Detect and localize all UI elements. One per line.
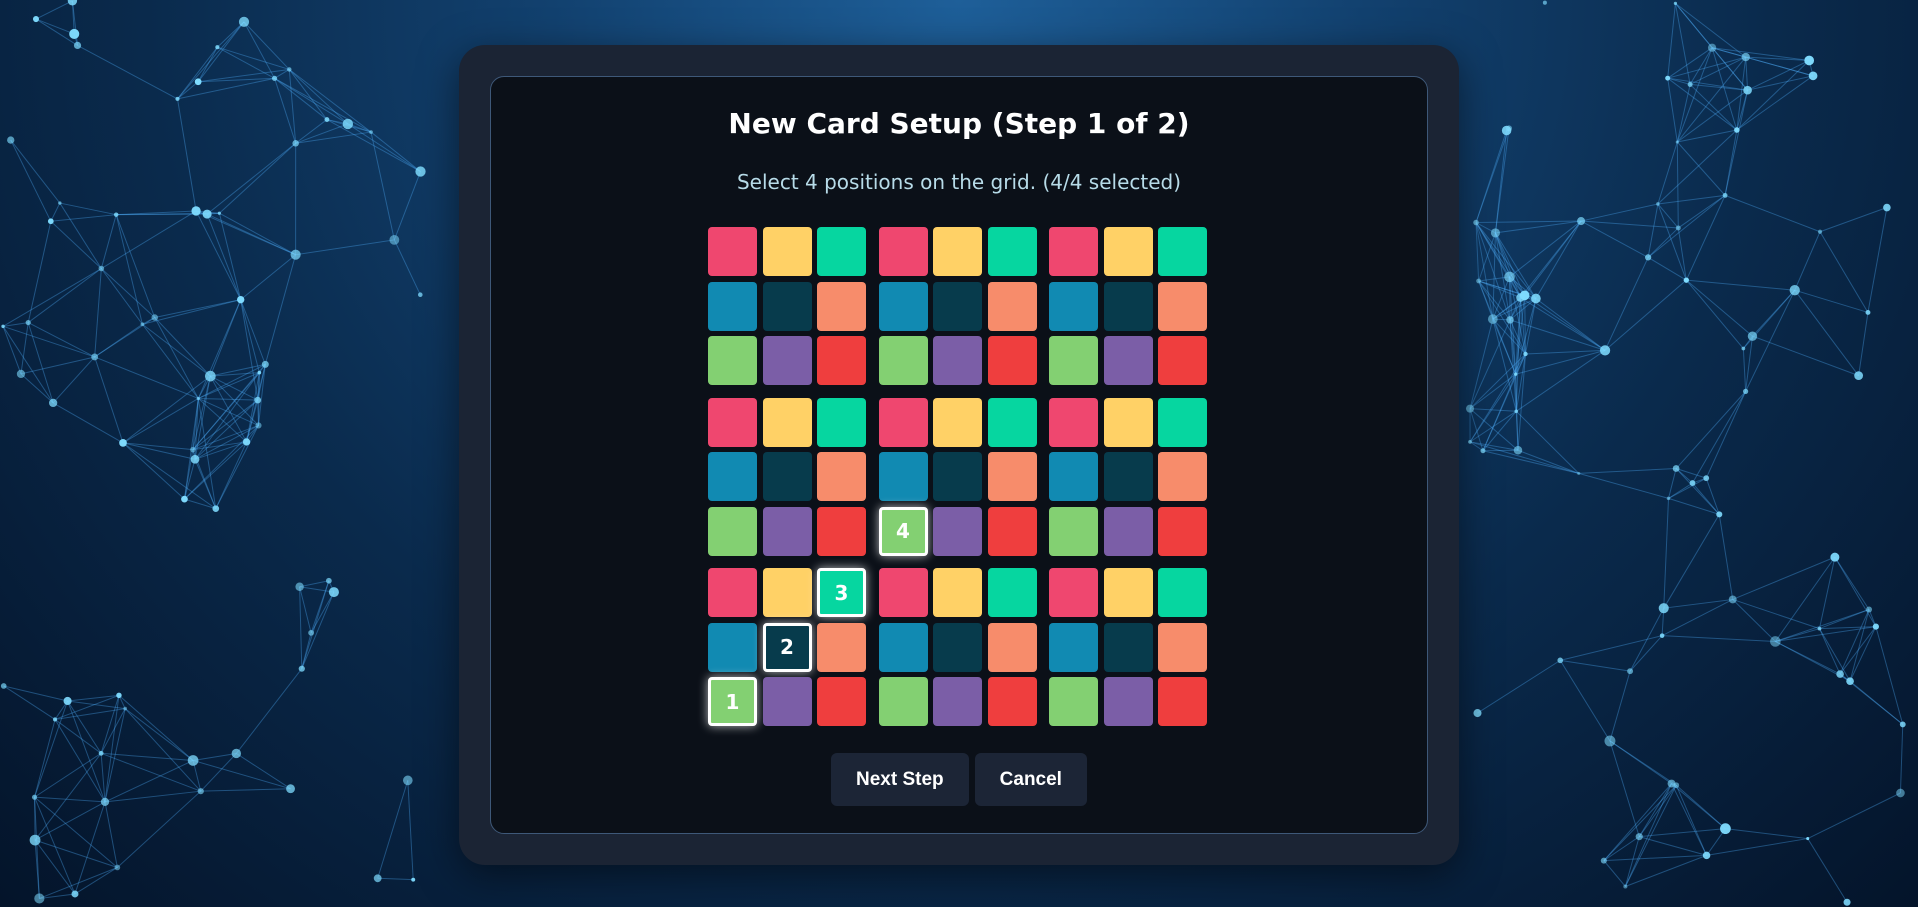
grid-cell[interactable] <box>1158 677 1207 726</box>
grid-cell[interactable] <box>1103 568 1153 617</box>
grid-cell[interactable] <box>1158 336 1207 385</box>
grid-cell[interactable] <box>933 336 982 385</box>
grid-cell[interactable] <box>708 227 757 276</box>
grid-cell[interactable] <box>1158 227 1207 276</box>
grid-cell[interactable] <box>762 336 812 385</box>
grid-cell[interactable] <box>708 336 757 385</box>
grid-cell[interactable] <box>987 452 1037 501</box>
setup-dialog-panel: New Card Setup (Step 1 of 2) Select 4 po… <box>490 76 1428 834</box>
grid-cell[interactable] <box>762 568 812 617</box>
grid-cell[interactable] <box>933 397 982 447</box>
grid-cell[interactable] <box>762 506 812 556</box>
grid-cell[interactable] <box>817 677 866 726</box>
grid-cell[interactable] <box>1049 397 1098 447</box>
grid-cell[interactable] <box>762 397 812 447</box>
grid-cell[interactable] <box>878 452 928 501</box>
cancel-button[interactable]: Cancel <box>974 753 1087 806</box>
grid-cell[interactable] <box>1103 622 1153 672</box>
grid-cell[interactable] <box>1049 506 1098 556</box>
grid-cell[interactable] <box>708 281 757 331</box>
grid-cell[interactable] <box>1049 677 1098 726</box>
grid-cell[interactable] <box>1049 568 1098 617</box>
grid-cell[interactable] <box>1103 677 1153 726</box>
grid-cell[interactable] <box>987 506 1037 556</box>
grid-cell[interactable] <box>987 227 1037 276</box>
grid-cell-selected[interactable]: 4 <box>878 506 928 556</box>
grid-cell[interactable] <box>987 281 1037 331</box>
dialog-instructions: Select 4 positions on the grid. (4/4 sel… <box>736 170 1182 194</box>
grid-cell[interactable] <box>1103 227 1153 276</box>
grid-cell[interactable] <box>987 397 1037 447</box>
grid-cell[interactable] <box>1049 622 1098 672</box>
grid-cell[interactable] <box>1049 336 1098 385</box>
next-step-button[interactable]: Next Step <box>831 753 969 806</box>
grid-cell[interactable] <box>933 227 982 276</box>
grid-cell[interactable] <box>708 397 757 447</box>
grid-cell[interactable] <box>708 506 757 556</box>
grid-cell[interactable] <box>817 622 866 672</box>
grid-cell-selected[interactable]: 1 <box>708 677 757 726</box>
grid-cell[interactable] <box>933 568 982 617</box>
grid-cell[interactable] <box>878 568 928 617</box>
grid-cell-selected[interactable]: 2 <box>762 622 812 672</box>
dialog-actions: Next Step Cancel <box>491 753 1427 806</box>
grid-cell[interactable] <box>1158 397 1207 447</box>
grid-cell[interactable] <box>1158 568 1207 617</box>
grid-cell[interactable] <box>817 397 866 447</box>
grid-cell[interactable] <box>817 336 866 385</box>
grid-cell[interactable] <box>1103 452 1153 501</box>
grid-cell[interactable] <box>933 677 982 726</box>
grid-cell[interactable] <box>1103 281 1153 331</box>
grid-cell[interactable] <box>987 568 1037 617</box>
grid-cell[interactable] <box>1049 227 1098 276</box>
grid-cell[interactable] <box>878 397 928 447</box>
grid-cell[interactable] <box>762 452 812 501</box>
grid-cell[interactable] <box>987 336 1037 385</box>
grid-cell[interactable] <box>987 622 1037 672</box>
grid-cell[interactable] <box>1049 452 1098 501</box>
grid-cell[interactable] <box>933 452 982 501</box>
grid-cell[interactable] <box>878 622 928 672</box>
grid-cell[interactable] <box>762 281 812 331</box>
dialog-title: New Card Setup (Step 1 of 2) <box>728 107 1190 140</box>
grid-cell[interactable] <box>817 452 866 501</box>
grid-cell[interactable] <box>878 227 928 276</box>
grid-cell[interactable] <box>878 336 928 385</box>
grid-cell[interactable] <box>1158 452 1207 501</box>
grid-cell[interactable] <box>817 281 866 331</box>
grid-cell[interactable] <box>817 506 866 556</box>
grid-cell[interactable] <box>878 281 928 331</box>
grid-cell[interactable] <box>708 452 757 501</box>
grid-cell[interactable] <box>933 622 982 672</box>
grid-cell[interactable] <box>1049 281 1098 331</box>
grid-cell[interactable] <box>1103 336 1153 385</box>
position-grid: 4321 <box>708 227 1210 729</box>
grid-cell[interactable] <box>878 677 928 726</box>
grid-cell[interactable] <box>708 622 757 672</box>
grid-cell[interactable] <box>708 568 757 617</box>
grid-cell[interactable] <box>762 677 812 726</box>
grid-cell[interactable] <box>1103 506 1153 556</box>
grid-cell[interactable] <box>1158 506 1207 556</box>
grid-cell[interactable] <box>987 677 1037 726</box>
grid-cell[interactable] <box>933 506 982 556</box>
setup-dialog: New Card Setup (Step 1 of 2) Select 4 po… <box>459 45 1459 865</box>
grid-cell[interactable] <box>1158 622 1207 672</box>
grid-cell[interactable] <box>1158 281 1207 331</box>
grid-cell[interactable] <box>933 281 982 331</box>
grid-cell[interactable] <box>762 227 812 276</box>
grid-cell[interactable] <box>817 227 866 276</box>
grid-cell[interactable] <box>1103 397 1153 447</box>
grid-cell-selected[interactable]: 3 <box>817 568 866 617</box>
